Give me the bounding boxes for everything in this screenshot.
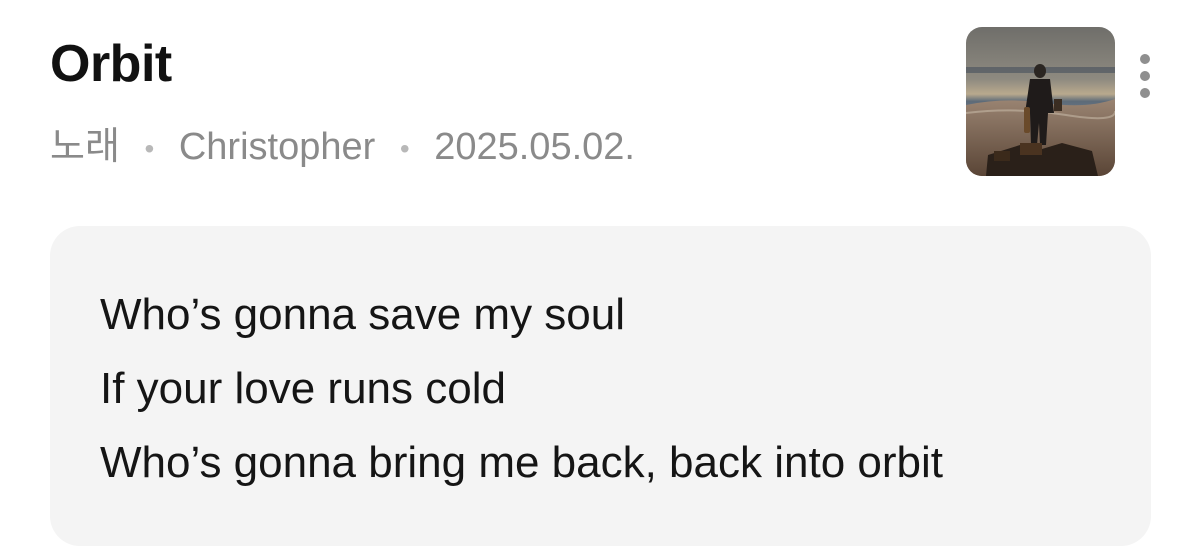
meta-separator: • (144, 132, 155, 164)
more-dot-icon (1140, 88, 1150, 98)
album-thumbnail[interactable] (966, 27, 1115, 176)
post-meta: 노래 • Christopher • 2025.05.02. (50, 128, 635, 166)
post-author[interactable]: Christopher (179, 126, 375, 168)
lyric-line: Who’s gonna save my soul (100, 290, 626, 339)
lyric-line: If your love runs cold (100, 364, 506, 413)
meta-separator: • (399, 132, 410, 164)
lyrics-text: Who’s gonna save my soul If your love ru… (100, 290, 943, 512)
more-dot-icon (1140, 54, 1150, 64)
post-category[interactable]: 노래 (50, 126, 120, 168)
more-dot-icon (1140, 71, 1150, 81)
lyric-line: Who’s gonna bring me back, back into orb… (100, 438, 943, 487)
post-date: 2025.05.02. (434, 126, 635, 168)
post-title: Orbit (50, 35, 172, 93)
album-cover-image (966, 27, 1115, 176)
more-options-button[interactable] (1130, 50, 1160, 102)
